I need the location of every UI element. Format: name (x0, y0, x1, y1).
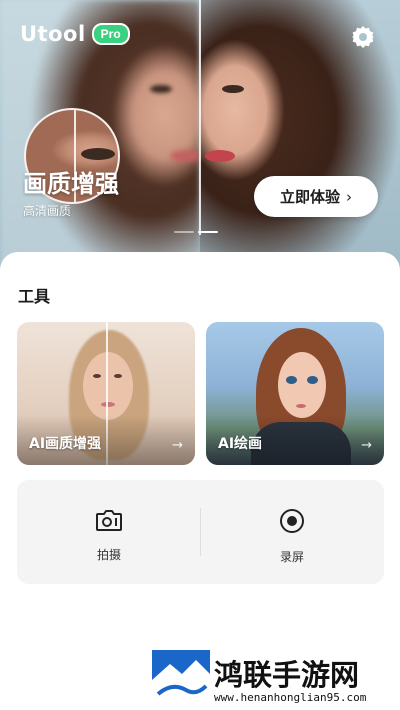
quick-tool-label: 录屏 (279, 550, 304, 564)
pager-dot[interactable] (174, 231, 194, 233)
watermark-title: 鸿联手游网 (214, 658, 360, 692)
app-name: Utool (20, 22, 86, 46)
quick-tool-record[interactable]: 录屏 (242, 508, 342, 565)
arrow-right-icon: → (172, 438, 183, 453)
portrait-eye (286, 376, 297, 384)
try-now-label: 立即体验 (279, 188, 340, 206)
portrait-face (278, 352, 326, 418)
portrait-lips (101, 402, 115, 407)
compare-divider[interactable] (199, 0, 201, 235)
app-screen: Utool Pro 画质增强 高清画质 立即体验 › 工具 AI画质增强 → A… (0, 0, 400, 710)
arrow-right-icon: → (361, 438, 372, 453)
portrait-face (83, 352, 133, 420)
card-label: AI画质增强 (29, 436, 102, 452)
portrait-eye (93, 374, 101, 378)
magnified-eye (81, 148, 115, 160)
hero-lips-after (205, 150, 235, 162)
portrait-eye (307, 376, 318, 384)
section-title-tools: 工具 (18, 287, 51, 306)
watermark-logo (152, 650, 210, 706)
hero-lips-before (170, 150, 200, 162)
portrait-eye (114, 374, 122, 378)
record-icon (279, 508, 305, 538)
tools-sheet: 工具 AI画质增强 → AI绘画 → 拍摄 录屏 (0, 252, 400, 710)
quick-tools-divider (200, 508, 201, 556)
hero-eye-right (222, 85, 244, 93)
gear-icon[interactable] (350, 24, 376, 50)
banner-subtitle: 高清画质 (23, 204, 72, 218)
hero-eye-left (150, 85, 172, 93)
hero-banner[interactable]: Utool Pro 画质增强 高清画质 立即体验 › (0, 0, 400, 275)
card-label: AI绘画 (218, 436, 263, 452)
try-now-button[interactable]: 立即体验 › (254, 176, 378, 217)
quick-tool-label: 拍摄 (96, 548, 121, 562)
card-ai-enhance[interactable]: AI画质增强 → (17, 322, 195, 465)
banner-pager (174, 231, 218, 233)
camera-icon (95, 508, 123, 536)
banner-title: 画质增强 (23, 170, 119, 198)
quick-tools-panel: 拍摄 录屏 (17, 480, 384, 584)
card-ai-paint[interactable]: AI绘画 → (206, 322, 384, 465)
pro-badge: Pro (91, 23, 130, 45)
site-watermark: 鸿联手游网 www.henanhonglian95.com (152, 650, 400, 710)
app-logo: Utool Pro (20, 22, 130, 46)
pager-dot-active[interactable] (198, 231, 218, 233)
watermark-url: www.henanhonglian95.com (214, 691, 367, 704)
chevron-right-icon: › (346, 187, 352, 206)
quick-tool-photo[interactable]: 拍摄 (59, 508, 159, 563)
portrait-lips (296, 404, 306, 408)
